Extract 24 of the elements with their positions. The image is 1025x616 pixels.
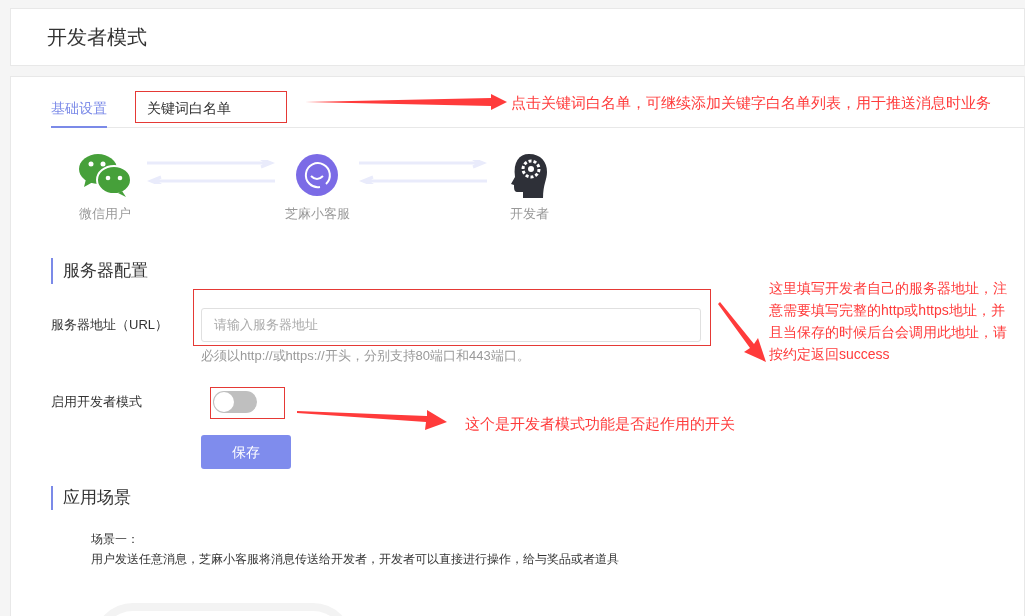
field-label: 启用开发者模式 [51, 393, 143, 412]
field-hint: 必须以http://或https://开头，分别支持80端口和443端口。 [201, 346, 531, 365]
smiley-circle-icon [296, 154, 338, 196]
tab[interactable]: 关键词白名单 [147, 91, 231, 128]
flow-label: 芝麻小客服 [284, 205, 350, 223]
section-heading: 服务器配置 [63, 259, 148, 282]
chat-bubbles-icon [78, 153, 132, 197]
arrow-icon [718, 302, 768, 362]
field-label: 服务器地址（URL） [51, 315, 169, 334]
scenario-text: 用户发送任意消息，芝麻小客服将消息传送给开发者，开发者可以直接进行操作，给与奖品或者道具 [91, 550, 620, 568]
section-heading: 应用场景 [63, 487, 131, 509]
scenario-title: 场景一： [91, 530, 140, 548]
flow-label: 开发者 [509, 205, 549, 223]
server-url-field[interactable]: 请输入服务器地址 [201, 307, 701, 342]
toggle-switch[interactable] [213, 391, 257, 413]
tab[interactable]: 基础设置 [51, 91, 107, 128]
annotation-note: 点击关键词白名单，可继续添加关键字白名单列表，用于推送消息时业务 [511, 93, 991, 113]
save-button[interactable]: 保存 [201, 435, 291, 469]
arrow-icon [297, 410, 447, 432]
annotation-note: 这里填写开发者自己的服务器地址，注意需要填写完整的http或https地址，并且当保存的时候后台会调用此地址，请按约定返回success [769, 279, 1008, 364]
annotation-note: 这个是开发者模式功能是否起作用的开关 [465, 414, 735, 434]
page-title: 开发者模式 [47, 25, 147, 50]
flow-label: 微信用户 [79, 205, 131, 223]
head-gear-icon [509, 152, 549, 198]
